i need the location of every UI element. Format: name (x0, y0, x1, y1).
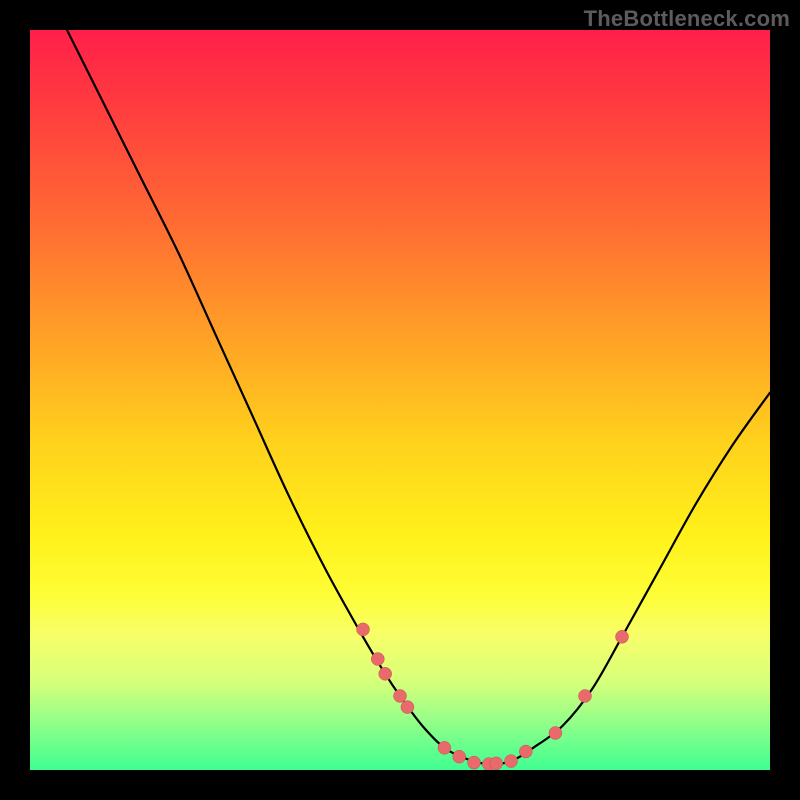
data-point (519, 745, 532, 758)
data-point (468, 756, 481, 769)
data-point (379, 667, 392, 680)
data-point (394, 690, 407, 703)
chart-frame: TheBottleneck.com (0, 0, 800, 800)
data-point (579, 690, 592, 703)
data-point (549, 727, 562, 740)
data-point (616, 630, 629, 643)
gradient-plot-area (30, 30, 770, 770)
data-point (490, 757, 503, 770)
data-points (357, 623, 629, 770)
watermark-text: TheBottleneck.com (584, 6, 790, 32)
curve-overlay (30, 30, 770, 770)
bottleneck-curve (67, 30, 770, 764)
data-point (438, 741, 451, 754)
data-point (371, 653, 384, 666)
data-point (357, 623, 370, 636)
data-point (505, 755, 518, 768)
data-point (453, 750, 466, 763)
data-point (401, 701, 414, 714)
